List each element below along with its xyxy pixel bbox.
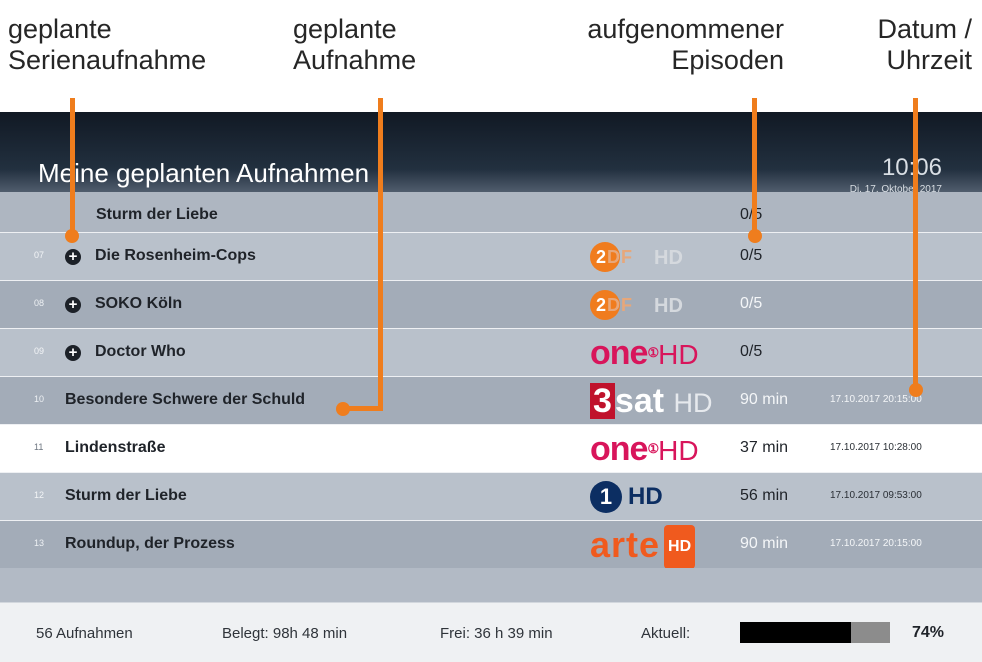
- zdf-logo-two: 2: [596, 247, 608, 267]
- callout-line-datetime: [913, 98, 918, 388]
- list-footer-gap: [0, 568, 982, 602]
- list-item[interactable]: 13 Roundup, der Prozess arte HD 90 min 17…: [0, 520, 982, 570]
- list-item-number: 07: [34, 250, 45, 260]
- callout-dot-series: [65, 229, 79, 243]
- das-erste-logo-hd: HD: [628, 483, 663, 510]
- plus-circle-icon: +: [65, 345, 81, 361]
- list-item-number: 09: [34, 346, 45, 356]
- list-item-value: 0/5: [740, 247, 763, 264]
- zdf-logo-df: DF: [607, 247, 634, 267]
- list-item-number: 12: [34, 490, 45, 500]
- one-logo-mark: ①: [647, 441, 659, 456]
- page-title: Meine geplanten Aufnahmen: [38, 158, 370, 188]
- zdf-hd-logo: 2DF HD: [590, 285, 700, 325]
- one-logo-mark: ①: [647, 345, 659, 360]
- label-aufgenommener-episoden: aufgenommener Episoden: [587, 14, 784, 75]
- list-item-value: 37 min: [740, 439, 789, 456]
- list-item-datetime: 17.10.2017 20:15:00: [830, 394, 922, 405]
- list-item-title: Sturm der Liebe: [96, 206, 218, 223]
- list-item-value: 90 min: [740, 535, 789, 552]
- callout-hline-recording: [346, 406, 383, 411]
- callout-line-series: [70, 98, 75, 235]
- 3sat-logo-hd: HD: [673, 388, 713, 418]
- list-item-title: Roundup, der Prozess: [65, 535, 235, 552]
- list-item-selected[interactable]: 11 Lindenstraße one①HD 37 min 17.10.2017…: [0, 424, 982, 472]
- list-item-title: Lindenstraße: [65, 439, 166, 456]
- list-item-datetime: 17.10.2017 20:15:00: [830, 538, 922, 549]
- storage-usage-fill: [740, 622, 851, 643]
- list-item-datetime: 17.10.2017 09:53:00: [830, 490, 922, 501]
- zdf-hd-logo: 2DF HD: [590, 237, 700, 277]
- one-logo-word: one: [590, 334, 648, 372]
- storage-used: Belegt: 98h 48 min: [222, 625, 348, 642]
- list-item-number: 10: [34, 394, 45, 404]
- label-geplante-aufnahme: geplante Aufnahme: [293, 14, 417, 75]
- list-item-value: 0/5: [740, 295, 763, 312]
- one-logo-hd: HD: [658, 435, 699, 466]
- list-item-title: Sturm der Liebe: [65, 487, 187, 504]
- list-item-partial[interactable]: Sturm der Liebe 0/5: [0, 192, 982, 232]
- tv-screen: Meine geplanten Aufnahmen 10:06 Di, 17. …: [0, 112, 982, 662]
- list-item[interactable]: 07 + Die Rosenheim-Cops 2DF HD 0/5: [0, 232, 982, 280]
- list-item-value: 56 min: [740, 487, 789, 504]
- list-item[interactable]: 10 Besondere Schwere der Schuld 3sat HD …: [0, 376, 982, 424]
- one-logo-word: one: [590, 430, 648, 468]
- 3sat-hd-logo: 3sat HD: [590, 381, 713, 421]
- storage-free: Frei: 36 h 39 min: [440, 625, 553, 642]
- 3sat-logo-word: sat: [614, 382, 665, 420]
- storage-usage-bar: [740, 622, 890, 643]
- list-item-title: SOKO Köln: [95, 295, 183, 312]
- list-item-number: 11: [34, 442, 44, 452]
- recording-count: 56 Aufnahmen: [36, 625, 133, 642]
- plus-circle-icon: +: [65, 249, 81, 265]
- list-item-number: 08: [34, 298, 45, 308]
- callout-dot-episodes: [748, 229, 762, 243]
- label-datum-uhrzeit: Datum / Uhrzeit: [877, 14, 972, 75]
- zdf-logo-hd: HD: [654, 295, 683, 317]
- list-item-number: 13: [34, 538, 45, 548]
- list-item-title: Besondere Schwere der Schuld: [65, 391, 306, 408]
- one-hd-logo: one①HD: [590, 333, 699, 373]
- current-usage-label: Aktuell:: [641, 625, 691, 642]
- list-item-value: 90 min: [740, 391, 789, 408]
- zdf-logo-two: 2: [596, 295, 608, 315]
- arte-logo-hd: HD: [664, 525, 696, 570]
- callout-dot-recording: [336, 402, 350, 416]
- plus-circle-icon: +: [65, 297, 81, 313]
- list-item-datetime: 17.10.2017 10:28:00: [830, 442, 922, 453]
- status-bar: 56 Aufnahmen Belegt: 98h 48 min Frei: 36…: [0, 602, 982, 662]
- zdf-logo-df: DF: [607, 295, 634, 315]
- one-hd-logo: one①HD: [590, 429, 699, 469]
- callout-line-recording: [378, 98, 383, 411]
- zdf-logo-hd: HD: [654, 247, 683, 269]
- list-item-value: 0/5: [740, 343, 763, 360]
- 3sat-logo-three: 3: [590, 383, 615, 419]
- one-logo-hd: HD: [658, 339, 699, 370]
- label-geplante-serienaufnahme: geplante Serienaufnahme: [8, 14, 207, 75]
- list-item-title: Doctor Who: [95, 343, 186, 360]
- list-item[interactable]: 08 + SOKO Köln 2DF HD 0/5: [0, 280, 982, 328]
- storage-usage-percent: 74%: [911, 624, 944, 641]
- list-item[interactable]: 12 Sturm der Liebe 1 HD 56 min 17.10.2017…: [0, 472, 982, 520]
- list-item[interactable]: 09 + Doctor Who one①HD 0/5: [0, 328, 982, 376]
- callout-dot-datetime: [909, 383, 923, 397]
- clock-time: 10:06: [881, 154, 942, 181]
- arte-hd-logo: arte HD: [590, 524, 696, 570]
- arte-logo-word: arte: [590, 524, 661, 565]
- das-erste-circle-icon: 1: [590, 481, 622, 513]
- list-item-title: Die Rosenheim-Cops: [95, 247, 256, 264]
- callout-line-episodes: [752, 98, 757, 235]
